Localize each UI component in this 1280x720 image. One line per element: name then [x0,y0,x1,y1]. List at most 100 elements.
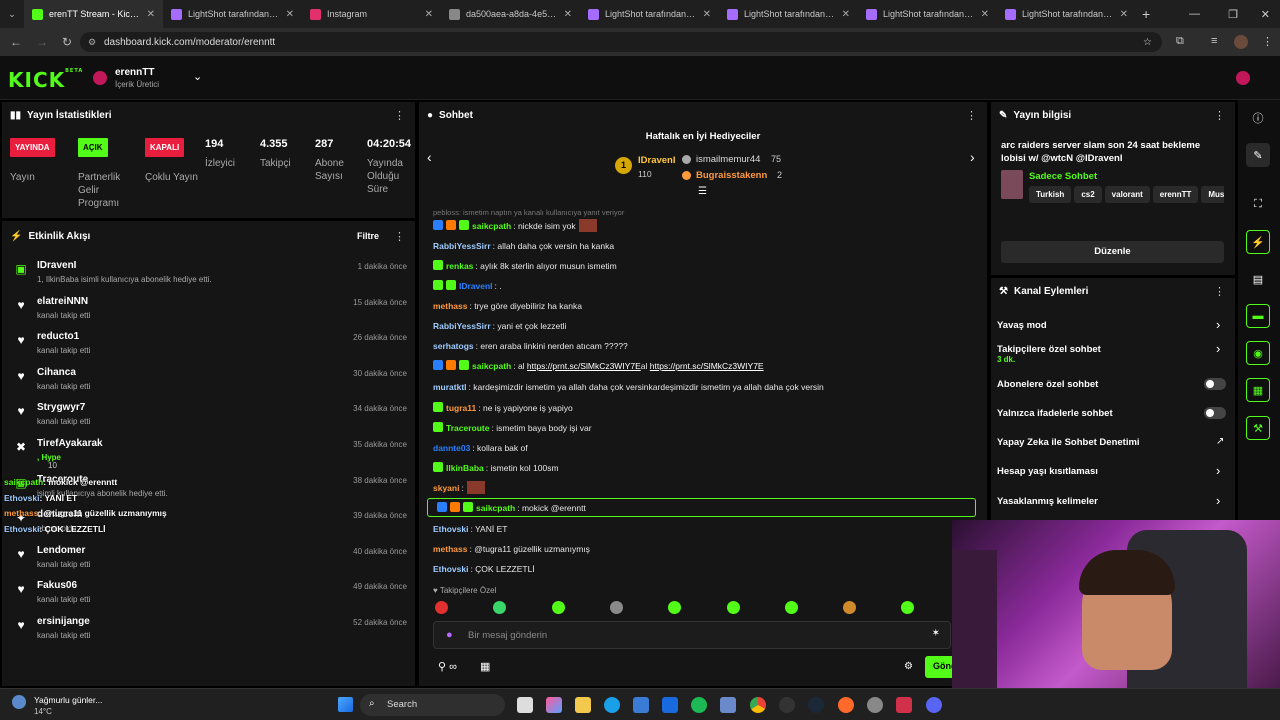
gifters-prev-icon[interactable]: ‹ [427,149,432,165]
broadcast-icon[interactable]: ◉ [1246,341,1270,365]
chat-username[interactable]: skyani [433,483,459,493]
collapse-gifters-icon[interactable]: ☰ [698,186,707,197]
chat-message[interactable]: IlkinBaba: ismetin kol 100sm [433,461,559,475]
stream-tag[interactable]: Music [1201,186,1224,203]
chat-username[interactable]: saikcpath [476,503,515,513]
weather-icon[interactable] [12,695,26,709]
chevron-right-icon[interactable]: › [1216,317,1220,332]
store-app-icon[interactable] [633,697,649,713]
chat-username[interactable]: serhatogs [433,341,474,351]
file-explorer-icon[interactable] [575,697,591,713]
chat-bubble-icon[interactable]: ▬ [1246,304,1270,328]
activity-menu-icon[interactable]: ⋮ [394,230,405,243]
chat-username[interactable]: renkas [446,261,473,271]
tab-close-icon[interactable]: ✕ [842,9,850,20]
flash-icon[interactable]: ⚡ [1246,230,1270,254]
layout-icon[interactable]: ▦ [1246,378,1270,402]
filter-button[interactable]: Filtre [357,231,379,241]
chrome-icon[interactable] [750,697,766,713]
notes-icon[interactable]: ▤ [1246,267,1270,291]
gifter-2-name[interactable]: ismailmemur44 [696,154,760,165]
chat-tools-icon[interactable]: ⚲ ∞ [438,660,457,673]
activity-item[interactable]: ♥ elatreiNNN kanalı takip etti 15 dakika ön… [2,292,417,328]
edit-icon[interactable]: ✎ [1246,143,1270,167]
category-name[interactable]: Sadece Sohbet [1029,171,1097,182]
chat-message[interactable]: Ethovski: YANİ ET [433,522,507,536]
chat-settings-icon[interactable]: ⚙ [904,661,913,672]
media-icon[interactable]: ≡ [1211,35,1217,47]
browser-tab[interactable]: da500aea-a8da-4e53-9b6 ✕ [441,0,580,28]
stream-info-menu-icon[interactable]: ⋮ [1214,109,1225,122]
task-view-icon[interactable] [517,697,533,713]
browser-icon[interactable] [838,697,854,713]
gifter-1-name[interactable]: IDravenI [638,155,676,166]
stats-menu-icon[interactable]: ⋮ [394,109,405,122]
tab-close-icon[interactable]: ✕ [147,9,155,20]
chat-username[interactable]: RabbiYessSirr [433,321,491,331]
forward-icon[interactable]: → [36,35,48,49]
spotify-icon[interactable] [691,697,707,713]
profile-avatar[interactable] [1234,35,1248,49]
toggle-switch[interactable] [1204,407,1226,419]
stream-tag[interactable]: cs2 [1074,186,1102,203]
discord-icon[interactable] [926,697,942,713]
mic-icon[interactable]: ● [446,629,453,641]
chat-username[interactable]: methass [433,544,468,554]
chat-username[interactable]: Ethovski [433,524,468,534]
send-button[interactable]: Gönder [925,656,955,678]
emote-icon[interactable] [609,601,623,614]
chat-message[interactable]: methass: trye göre diyebiliriz ha kanka [433,299,582,313]
chat-username[interactable]: Traceroute [446,423,489,433]
browser-tab[interactable]: LightShot tarafından Ekra ✕ [997,0,1136,28]
settings-icon[interactable] [867,697,883,713]
activity-item[interactable]: ♥ Strygwyr7 kanalı takip etti 34 dakika önc… [2,398,417,434]
chat-username[interactable]: IlkinBaba [446,463,484,473]
chat-username[interactable]: Ethovski [433,564,468,574]
emote-icon[interactable] [843,601,857,614]
browser-menu-icon[interactable]: ⋮ [1262,35,1273,48]
chat-message[interactable]: Traceroute: ismetim baya body işi var [433,421,592,435]
channel-action-label[interactable]: Yapay Zeka ile Sohbet Denetimi [997,437,1140,448]
chat-username[interactable]: methass [433,301,468,311]
tab-close-icon[interactable]: ✕ [981,9,989,20]
chat-menu-icon[interactable]: ⋮ [966,109,977,122]
chat-message[interactable]: saikcpath: mokick @erenntt [437,501,586,515]
tab-close-icon[interactable]: ✕ [703,9,711,20]
chat-message[interactable]: Ethovski: ÇOK LEZZETLİ [433,562,535,576]
tab-close-icon[interactable]: ✕ [286,9,294,20]
channel-action-label[interactable]: Takipçilere özel sohbet [997,344,1101,355]
outlook-icon[interactable] [662,697,678,713]
site-info-icon[interactable]: ⚙ [88,37,96,48]
stream-tag[interactable]: valorant [1104,186,1150,203]
user-avatar[interactable] [1236,71,1250,85]
activity-item[interactable]: ▣ IDravenI 1, IlkinBaba isimli kullanıcıya… [2,256,417,292]
chat-message[interactable]: renkas: aylık 8k sterlin alıyor musun is… [433,259,617,273]
chevron-right-icon[interactable]: › [1216,493,1220,508]
kick-logo[interactable]: KICKBETA [8,68,83,92]
emote-icon[interactable] [435,601,448,614]
url-field[interactable]: ⚙ dashboard.kick.com/moderator/erenntt ☆ [80,32,1162,52]
chat-message[interactable]: saikcpath: al https://prnt.sc/SlMkCz3WIY… [433,359,764,373]
chat-input[interactable]: ● Bir mesaj gönderin ✶ [433,621,951,649]
minimize-icon[interactable]: — [1189,8,1200,20]
store-icon[interactable]: ▦ [480,660,490,673]
external-link-icon[interactable]: ↗ [1216,436,1224,447]
browser-tab[interactable]: LightShot tarafından Ekra ✕ [580,0,719,28]
activity-item[interactable]: ♥ reducto1 kanalı takip etti 26 dakika önce [2,327,417,363]
chat-link[interactable]: https://prnt.sc/SlMkCz3WIY7E [650,361,764,371]
taskbar-search[interactable]: ⌕ Search [360,694,505,716]
tab-close-icon[interactable]: ✕ [1120,9,1128,20]
app-icon[interactable] [896,697,912,713]
edit-button[interactable]: Düzenle [1001,241,1224,263]
chat-message[interactable]: tugra11: ne iş yapiyone iş yapiyo [433,401,573,415]
steam-icon[interactable] [808,697,824,713]
channel-action-label[interactable]: Yavaş mod [997,320,1047,331]
emote-icon[interactable] [784,601,798,614]
activity-item[interactable]: ✖ TirefAyakarak, Hype 35 dakika önce 10 [2,434,417,470]
stream-tag[interactable]: erennTT [1152,186,1199,203]
chat-username[interactable]: IDravenI [459,281,493,291]
chat-message[interactable]: skyani: [433,481,485,495]
emote-icon[interactable] [726,601,740,614]
chat-username[interactable]: saikcpath [472,361,511,371]
browser-tab[interactable]: LightShot tarafından Ekra ✕ [163,0,302,28]
